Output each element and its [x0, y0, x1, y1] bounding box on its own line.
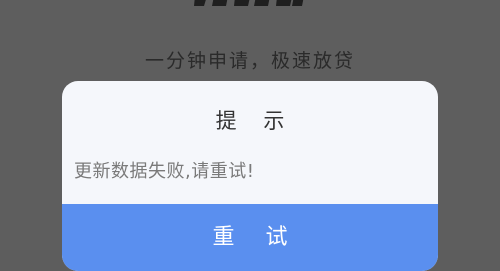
- retry-button[interactable]: 重 试: [62, 204, 438, 271]
- tagline: 一分钟申请，极速放贷: [144, 50, 355, 72]
- dialog-message: 更新数据失败,请重试!: [74, 161, 255, 182]
- dialog-title: 提 示: [215, 109, 295, 133]
- alert-dialog: 提 示 更新数据失败,请重试! 重 试: [62, 81, 438, 271]
- brand-logo: [194, 0, 304, 6]
